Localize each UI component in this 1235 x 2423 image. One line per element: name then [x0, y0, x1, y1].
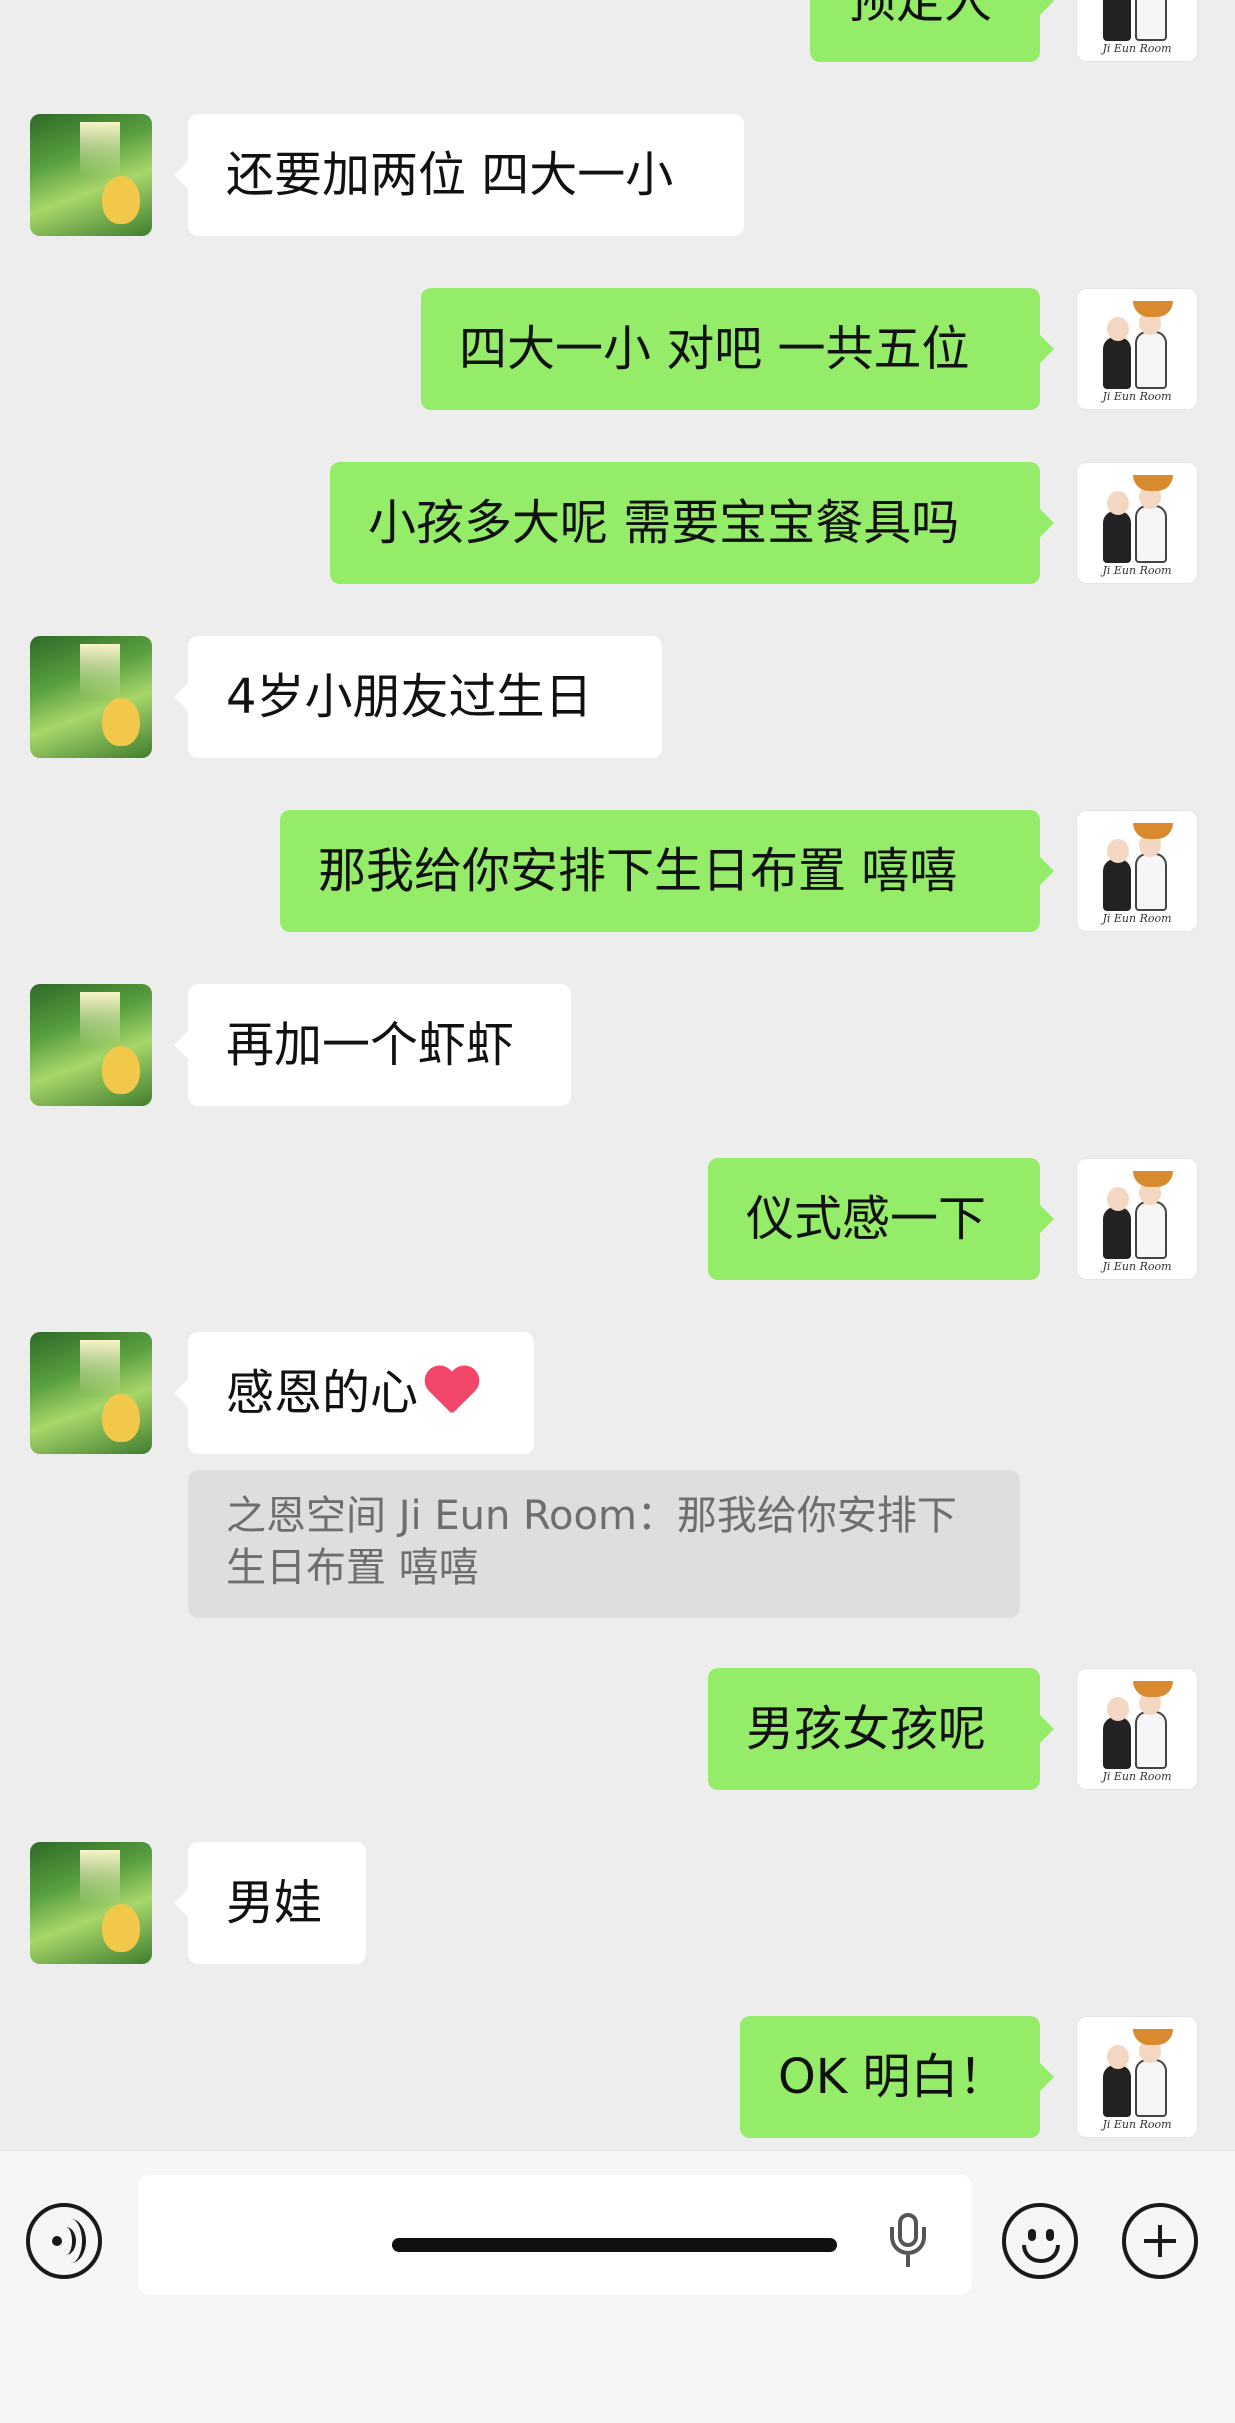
contact-avatar[interactable] [30, 984, 152, 1106]
incoming-message-bubble[interactable]: 4岁小朋友过生日 [174, 636, 662, 758]
message-text: 那我给你安排下生日布置 嘻嘻 [318, 843, 958, 899]
heart-emoji-icon [424, 1367, 480, 1417]
shop-avatar[interactable]: Ji Eun Room [1076, 2016, 1198, 2138]
message-text: 再加一个虾虾 [226, 1017, 515, 1073]
shop-avatar[interactable]: Ji Eun Room [1076, 810, 1198, 932]
microphone-icon[interactable] [886, 2213, 930, 2269]
outgoing-message-bubble[interactable]: 男孩女孩呢 [708, 1668, 1054, 1790]
incoming-message-bubble[interactable]: 感恩的心 [174, 1332, 534, 1454]
shop-avatar[interactable]: Ji Eun Room [1076, 1668, 1198, 1790]
chat-input-bar [0, 2150, 1235, 2423]
outgoing-message-bubble[interactable]: 仪式感一下 [708, 1158, 1054, 1280]
quoted-reply[interactable]: 之恩空间 Ji Eun Room：那我给你安排下生日布置 嘻嘻 [188, 1470, 1020, 1618]
message-text: 4岁小朋友过生日 [226, 669, 593, 725]
shop-avatar[interactable]: Ji Eun Room [1076, 1158, 1198, 1280]
shop-avatar[interactable]: Ji Eun Room [1076, 0, 1198, 62]
emoji-icon[interactable] [1002, 2203, 1078, 2279]
message-text: 感恩的心 [226, 1365, 419, 1421]
contact-avatar[interactable] [30, 1842, 152, 1964]
contact-avatar[interactable] [30, 636, 152, 758]
message-text: OK 明白！ [778, 2049, 1007, 2105]
incoming-message-bubble[interactable]: 还要加两位 四大一小 [174, 114, 744, 236]
incoming-message-bubble[interactable]: 再加一个虾虾 [174, 984, 571, 1106]
message-input[interactable] [138, 2175, 972, 2295]
outgoing-message-bubble[interactable]: 预定人 [810, 0, 1054, 62]
incoming-message-bubble[interactable]: 男娃 [174, 1842, 366, 1964]
message-text: 男孩女孩呢 [746, 1701, 987, 1757]
outgoing-message-bubble[interactable]: 小孩多大呢 需要宝宝餐具吗 [330, 462, 1054, 584]
message-text: 男娃 [226, 1875, 323, 1931]
outgoing-message-bubble[interactable]: 那我给你安排下生日布置 嘻嘻 [280, 810, 1054, 932]
outgoing-message-bubble[interactable]: OK 明白！ [740, 2016, 1054, 2138]
quoted-reply-text: 之恩空间 Ji Eun Room：那我给你安排下生日布置 嘻嘻 [226, 1493, 957, 1591]
shop-avatar[interactable]: Ji Eun Room [1076, 462, 1198, 584]
message-text: 四大一小 对吧 一共五位 [459, 321, 970, 377]
home-indicator [392, 2238, 837, 2252]
shop-avatar[interactable]: Ji Eun Room [1076, 288, 1198, 410]
contact-avatar[interactable] [30, 1332, 152, 1454]
plus-icon[interactable] [1122, 2203, 1198, 2279]
outgoing-message-bubble[interactable]: 四大一小 对吧 一共五位 [421, 288, 1054, 410]
message-text: 仪式感一下 [746, 1191, 987, 1247]
voice-icon[interactable] [26, 2203, 102, 2279]
message-text: 还要加两位 四大一小 [226, 147, 674, 203]
chat-message-list[interactable]: Ji Eun Room 预定人还要加两位 四大一小 Ji Eun Room 四大一小 … [0, 0, 1235, 2150]
contact-avatar[interactable] [30, 114, 152, 236]
message-text: 预定人 [848, 0, 993, 29]
message-text: 小孩多大呢 需要宝宝餐具吗 [368, 495, 960, 551]
